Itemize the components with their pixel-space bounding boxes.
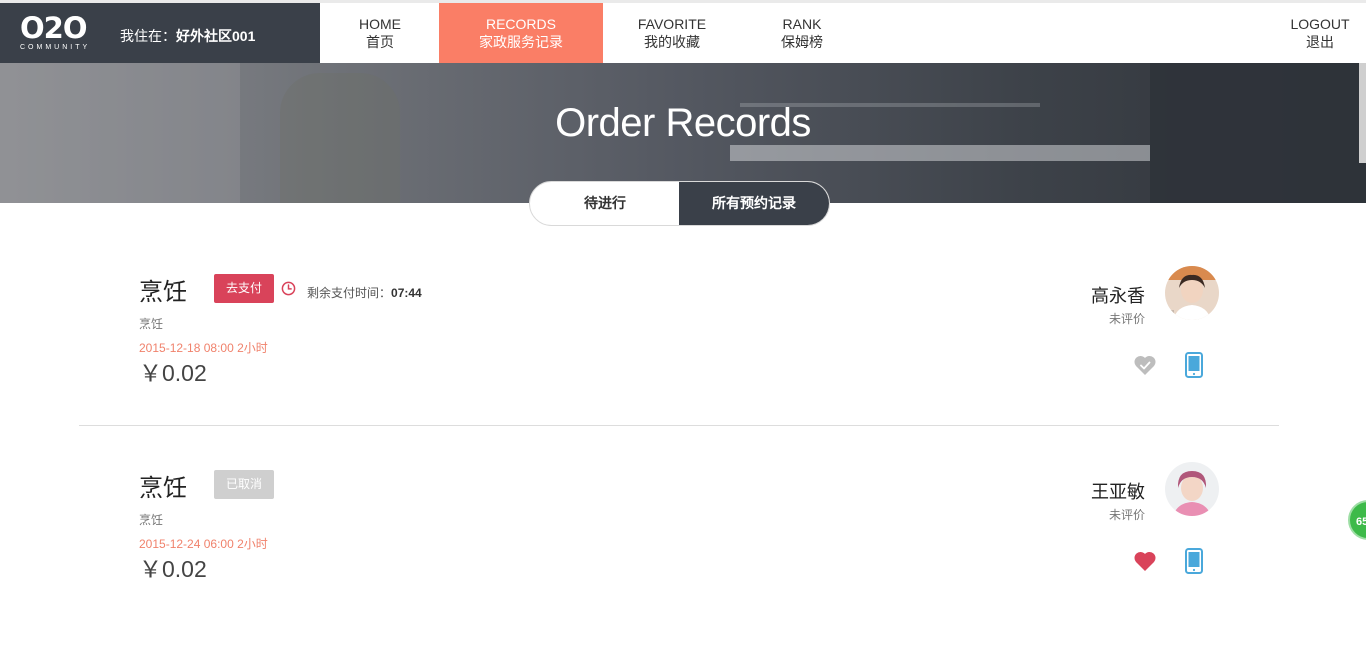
nav-records-en: RECORDS: [485, 16, 556, 32]
review-status: 未评价: [1108, 312, 1145, 326]
nav-favorite-en: FAVORITE: [637, 16, 707, 32]
service-name: 烹饪: [139, 475, 187, 502]
order-card: 烹饪 已取消 烹饪 2015-12-24 06:00 2小时 ￥0.02 王亚敏…: [79, 462, 1279, 658]
payment-countdown: 剩余支付时间：07:44: [307, 284, 422, 301]
cancelled-badge: 已取消: [214, 470, 274, 499]
order-price: ￥0.02: [139, 360, 207, 386]
nav-rank-zh: 保姆榜: [781, 34, 823, 50]
tab-pending[interactable]: 待进行: [530, 182, 680, 225]
nav-rank-en: RANK: [782, 16, 822, 32]
nav-favorite[interactable]: FAVORITE 我的收藏: [622, 3, 722, 63]
nav-records-zh: 家政服务记录: [479, 34, 563, 50]
nav-favorite-zh: 我的收藏: [644, 34, 700, 50]
order-price: ￥0.02: [139, 556, 207, 582]
community-location: 我住在：好外社区001: [120, 26, 255, 46]
staff-name[interactable]: 王亚敏: [1091, 478, 1145, 504]
phone-icon[interactable]: [1185, 352, 1203, 378]
page-title: Order Records: [555, 101, 811, 145]
countdown-label: 剩余支付时间：: [307, 286, 392, 300]
nav-home-zh: 首页: [366, 34, 394, 50]
logout-en: LOGOUT: [1290, 16, 1350, 32]
order-divider: [79, 425, 1279, 426]
heart-icon[interactable]: [1133, 550, 1157, 572]
avatar-image: [1165, 462, 1219, 516]
brand-area: O2O COMMUNITY 我住在：好外社区001: [0, 3, 320, 63]
countdown-value: 07:44: [391, 286, 422, 300]
staff-avatar[interactable]: [1165, 462, 1219, 516]
phone-icon[interactable]: [1185, 548, 1203, 574]
staff-avatar[interactable]: [1165, 266, 1219, 320]
service-subtitle: 烹饪: [139, 513, 164, 527]
service-name: 烹饪: [139, 279, 187, 306]
logo-subtext: COMMUNITY: [20, 44, 91, 51]
logout-zh: 退出: [1306, 34, 1334, 50]
nav-home[interactable]: HOME 首页: [340, 3, 420, 63]
clock-icon: [281, 281, 296, 296]
o2o-logo[interactable]: O2O COMMUNITY: [20, 13, 92, 57]
heart-icon[interactable]: [1133, 354, 1157, 376]
nav-records[interactable]: RECORDS 家政服务记录: [439, 3, 603, 63]
order-card: 烹饪 去支付 剩余支付时间：07:44 烹饪 2015-12-18 08:00 …: [79, 266, 1279, 462]
nav-rank[interactable]: RANK 保姆榜: [762, 3, 842, 63]
banner-decoration: [730, 145, 1150, 161]
nav-home-en: HOME: [359, 16, 401, 32]
avatar-image: [1165, 266, 1219, 320]
pay-button[interactable]: 去支付: [214, 274, 274, 303]
tab-all-records[interactable]: 所有预约记录: [679, 182, 829, 225]
top-navigation-bar: O2O COMMUNITY 我住在：好外社区001 HOME 首页 RECORD…: [0, 0, 1366, 63]
logout-button[interactable]: LOGOUT 退出: [1280, 3, 1360, 63]
staff-name[interactable]: 高永香: [1091, 282, 1145, 308]
review-status: 未评价: [1108, 508, 1145, 522]
logo-text: O2O: [20, 11, 87, 45]
record-filter-tabs: 待进行 所有预约记录: [529, 181, 830, 226]
floating-helper-badge[interactable]: 65: [1348, 500, 1366, 540]
scrollbar-edge[interactable]: [1359, 63, 1366, 163]
location-value: 好外社区001: [176, 28, 256, 44]
location-label: 我住在：: [120, 28, 176, 44]
service-subtitle: 烹饪: [139, 317, 164, 331]
